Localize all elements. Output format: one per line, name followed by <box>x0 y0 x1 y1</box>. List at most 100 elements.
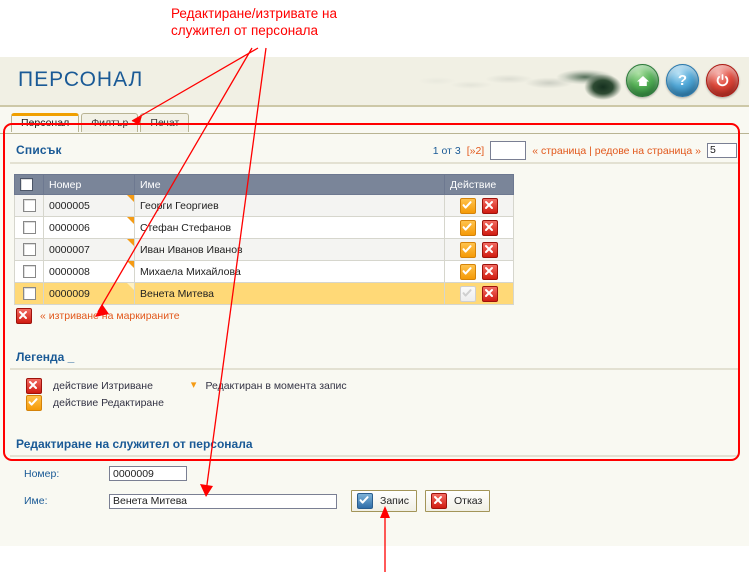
row-name-cell: Михаела Михайлова <box>134 260 445 283</box>
row-name-cell: Георги Георгиев <box>134 194 445 217</box>
tab-bar: Персонал Филтър Печат <box>0 107 749 134</box>
number-field[interactable] <box>109 466 187 481</box>
label-name: Име: <box>24 495 48 507</box>
legend-item-delete: действие Изтриване ▾ Редактиран в момент… <box>24 377 739 394</box>
tab-filter[interactable]: Филтър <box>81 113 139 132</box>
edit-icon[interactable] <box>459 263 476 280</box>
legend-body: действие Изтриване ▾ Редактиран в момент… <box>24 377 739 411</box>
table-row-selected[interactable]: 0000009 Венета Митева <box>14 282 514 305</box>
legend-section: Легенда _ действие Изтриване ▾ Редактира… <box>10 350 739 411</box>
row-action-cell <box>444 194 514 217</box>
edit-icon[interactable] <box>459 241 476 258</box>
select-all-checkbox[interactable] <box>20 178 33 191</box>
row-number-cell: 0000006 <box>43 216 135 239</box>
row-checkbox[interactable] <box>22 199 36 212</box>
row-number: 0000008 <box>49 265 90 278</box>
annotation-note: Редактиране/изтривате на служител от пер… <box>171 6 337 38</box>
check-icon <box>357 493 373 509</box>
delete-marked-icon[interactable] <box>16 308 32 324</box>
edit-icon <box>26 394 42 411</box>
row-select-cell <box>14 216 44 239</box>
edit-form-section: Редактиране на служител от персонала Ном… <box>10 437 739 512</box>
edit-icon[interactable] <box>459 197 476 214</box>
delete-icon <box>26 377 42 394</box>
editing-marker-icon <box>127 261 134 268</box>
page-indicator: 1 от 3 <box>432 144 461 157</box>
chevron-marker-icon: ▾ <box>190 379 197 391</box>
row-action-cell <box>444 260 514 283</box>
row-checkbox[interactable] <box>22 243 36 256</box>
row-number: 0000006 <box>49 221 90 234</box>
list-section-header: Списък 1 от 3 [»2] « страница | редове н… <box>10 134 739 164</box>
tab-personnel[interactable]: Персонал <box>11 113 80 132</box>
row-select-cell <box>14 238 44 261</box>
table-header-row: Номер Име Действие <box>14 174 514 195</box>
form-title: Редактиране на служител от персонала <box>16 437 253 451</box>
cancel-button-label: Отказ <box>453 495 483 507</box>
page-title: ПЕРСОНАЛ <box>18 68 144 91</box>
delete-icon[interactable] <box>482 285 499 302</box>
save-button[interactable]: Запис <box>351 490 417 512</box>
delete-icon[interactable] <box>482 219 499 236</box>
power-button[interactable] <box>706 64 739 97</box>
row-checkbox[interactable] <box>22 287 36 300</box>
label-number: Номер: <box>24 467 60 480</box>
row-checkbox[interactable] <box>22 221 36 234</box>
close-icon <box>430 493 447 509</box>
edit-icon-disabled <box>459 285 476 302</box>
power-icon <box>716 74 729 87</box>
table-row[interactable]: 0000005 Георги Георгиев <box>14 194 514 217</box>
delete-icon[interactable] <box>482 263 499 280</box>
row-action-cell <box>444 282 514 305</box>
rows-per-page-input[interactable] <box>707 143 737 158</box>
row-number: 0000007 <box>49 243 90 256</box>
row-select-cell <box>14 282 44 305</box>
home-button[interactable] <box>626 64 659 97</box>
legend-label-edit: действие Редактиране <box>53 396 164 409</box>
header-button-group: ? <box>626 64 739 97</box>
delete-icon[interactable] <box>482 197 499 214</box>
editing-marker-icon <box>127 283 134 290</box>
delete-icon[interactable] <box>482 241 499 258</box>
personnel-table-container: Номер Име Действие 0000005 Георги Георги… <box>14 174 514 305</box>
row-action-cell <box>444 238 514 261</box>
form-buttons: Запис Отказ <box>351 490 491 512</box>
legend-divider <box>10 368 739 370</box>
app-header: ПЕРСОНАЛ ? <box>0 57 749 107</box>
row-number: 0000005 <box>49 199 90 212</box>
select-all-header <box>14 174 44 195</box>
name-field[interactable] <box>109 493 337 509</box>
editing-marker-icon <box>127 239 134 246</box>
table-row[interactable]: 0000006 Стефан Стефанов <box>14 216 514 239</box>
legend-title: Легенда _ <box>16 350 75 364</box>
editing-marker-icon <box>127 217 134 224</box>
edit-icon[interactable] <box>459 219 476 236</box>
help-button[interactable]: ? <box>666 64 699 97</box>
row-name-cell: Венета Митева <box>134 282 445 305</box>
column-header-name[interactable]: Име <box>134 174 445 195</box>
tab-print[interactable]: Печат <box>140 113 190 132</box>
row-checkbox[interactable] <box>22 265 36 278</box>
table-row[interactable]: 0000008 Михаела Михайлова <box>14 260 514 283</box>
row-number-cell: 0000007 <box>43 238 135 261</box>
header-decoration-image <box>389 57 629 105</box>
table-row[interactable]: 0000007 Иван Иванов Иванов <box>14 238 514 261</box>
application-window: ПЕРСОНАЛ ? ПерсоналФилтърПечат Списък <box>0 57 749 546</box>
column-header-action: Действие <box>444 174 514 195</box>
column-header-number[interactable]: Номер <box>43 174 135 195</box>
home-icon <box>636 75 649 86</box>
row-number: 0000009 <box>49 287 90 300</box>
legend-item-edit: действие Редактиране <box>24 394 739 411</box>
save-button-label: Запис <box>380 495 409 507</box>
personnel-table: Номер Име Действие 0000005 Георги Георги… <box>14 174 514 305</box>
pagination-controls: 1 от 3 [»2] « страница | редове на стран… <box>433 141 737 160</box>
legend-label-editing-now: Редактиран в момента запис <box>205 379 347 392</box>
row-number-cell: 0000005 <box>43 194 135 217</box>
page-number-input[interactable] <box>490 141 527 160</box>
delete-marked-link[interactable]: « изтриване на маркираните <box>40 310 180 322</box>
form-row-number: Номер: <box>24 466 739 481</box>
row-select-cell <box>14 260 44 283</box>
next-page-link[interactable]: [»2] <box>467 145 485 157</box>
cancel-button[interactable]: Отказ <box>424 490 491 512</box>
pager-links[interactable]: « страница | редове на страница » <box>532 145 701 157</box>
